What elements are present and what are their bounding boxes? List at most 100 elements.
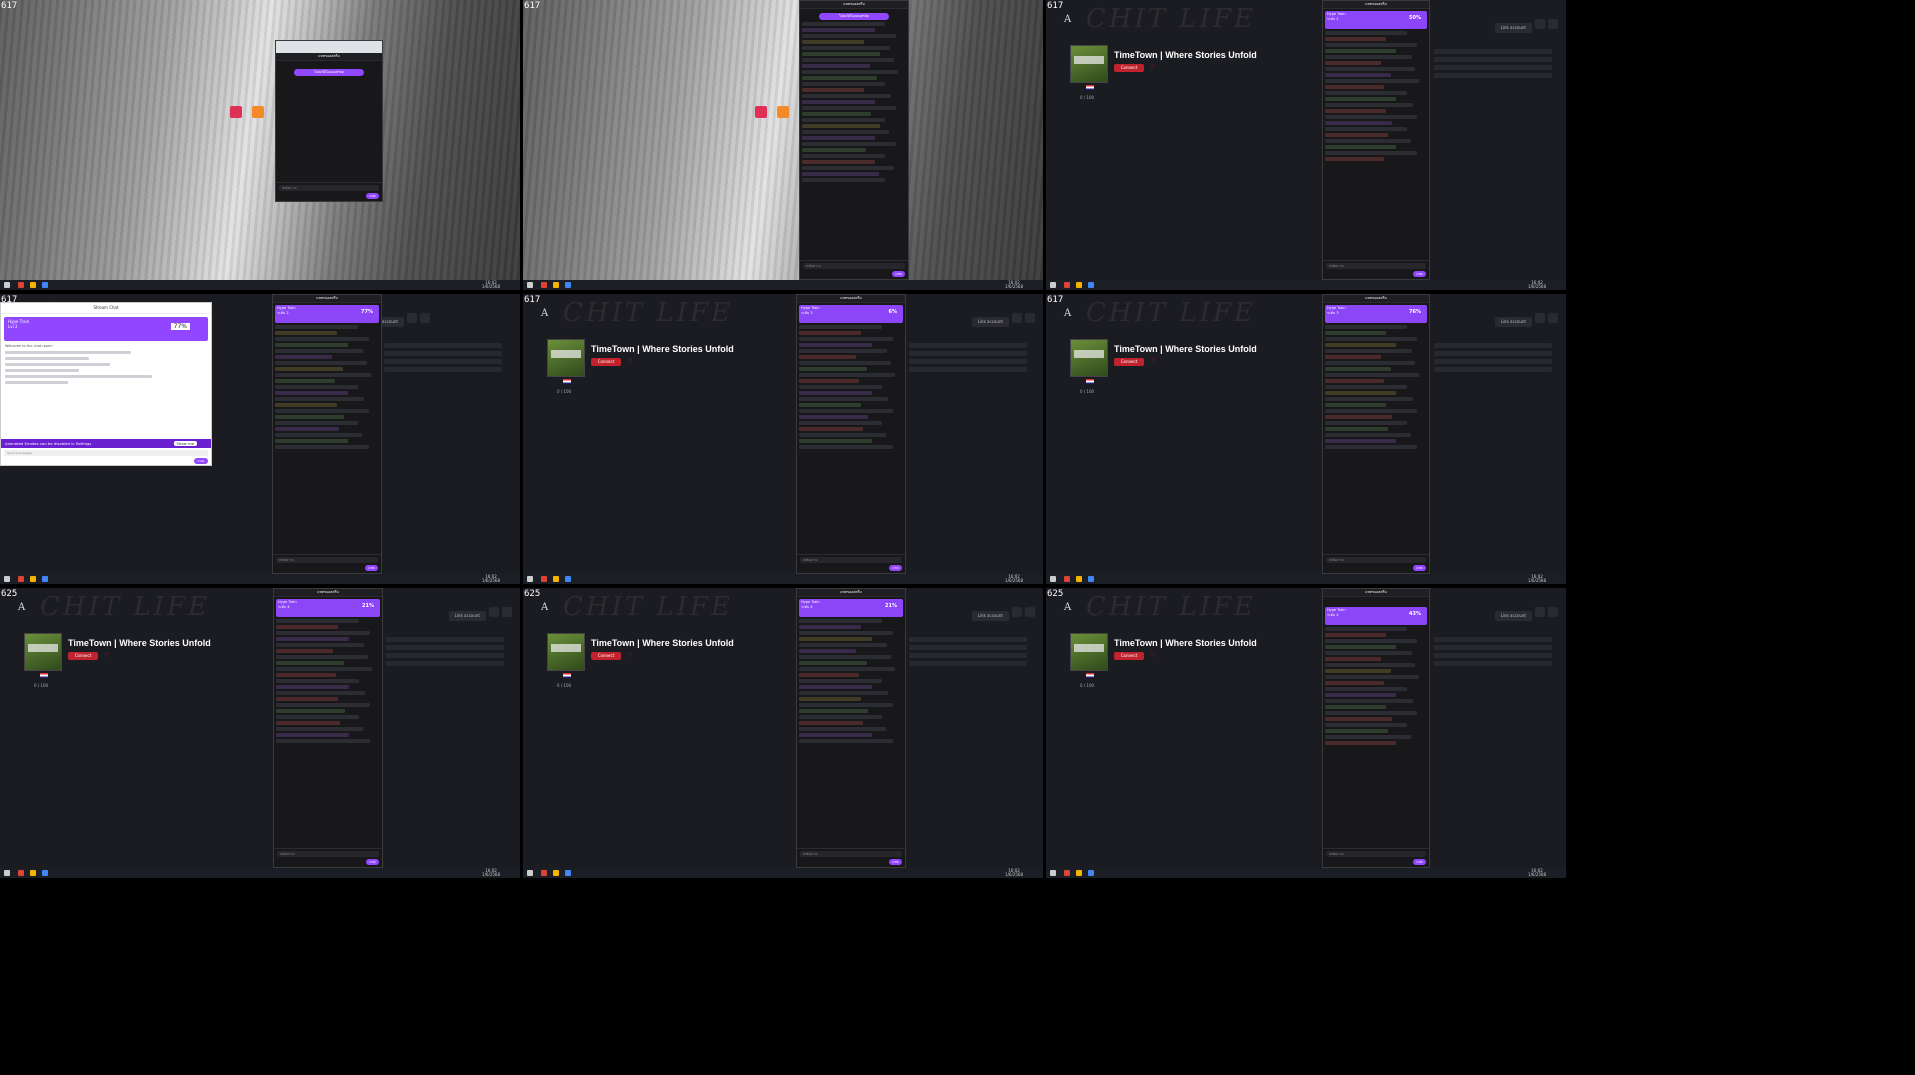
chat-input[interactable]: ส่งข้อความ [276,557,378,563]
start-icon[interactable] [4,576,10,582]
chat-send-button[interactable]: แชท [366,859,379,865]
tiktok-icon[interactable] [230,106,242,118]
connect-button[interactable]: Connect [1114,64,1144,72]
folder-icon[interactable] [553,282,559,288]
square-icon[interactable] [407,313,417,323]
chat-input[interactable]: ส่งข้อความ [800,557,902,563]
chrome-icon[interactable] [18,870,24,876]
chrome-icon[interactable] [1064,576,1070,582]
chat-send-button[interactable]: Chat [194,458,208,464]
heart-icon[interactable]: ♡ [627,358,632,365]
chat-send-button[interactable]: แชท [366,193,379,199]
gear-icon[interactable] [1548,607,1558,617]
chat-input[interactable]: ส่งข้อความ [800,851,902,857]
go-live-pill[interactable]: ไปต่อวิดีโอเผยแพร่สด [294,69,364,76]
frame-label: 625 [1,589,18,599]
chrome-icon[interactable] [18,576,24,582]
hype-percent: 21% [885,603,897,609]
chat-send-button[interactable]: แชท [889,565,902,571]
app-icon[interactable] [42,870,48,876]
tiktok-icon[interactable] [755,106,767,118]
chrome-icon[interactable] [1064,870,1070,876]
heart-icon[interactable]: ♡ [1150,64,1155,71]
flag-icon [1086,379,1094,384]
app-icon[interactable] [1088,870,1094,876]
gear-icon[interactable] [1548,19,1558,29]
chat-input[interactable]: Send a message [4,450,208,456]
chat-send-button[interactable]: แชท [889,859,902,865]
chat-input[interactable]: ส่งข้อความ [1326,557,1426,563]
gear-icon[interactable] [1548,313,1558,323]
square-icon[interactable] [1535,19,1545,29]
app-icon[interactable] [252,106,264,118]
folder-icon[interactable] [1076,282,1082,288]
stream-cover [1070,633,1108,671]
chat-input[interactable]: ส่งข้อความ [1326,851,1426,857]
start-icon[interactable] [4,282,10,288]
start-icon[interactable] [1050,576,1056,582]
start-icon[interactable] [527,282,533,288]
link-account-button[interactable]: Link account [1494,23,1532,33]
square-icon[interactable] [1535,313,1545,323]
start-icon[interactable] [1050,282,1056,288]
square-icon[interactable] [489,607,499,617]
start-icon[interactable] [527,576,533,582]
stream-cover [24,633,62,671]
app-icon[interactable] [42,576,48,582]
chrome-icon[interactable] [541,870,547,876]
connect-button[interactable]: Connect [1114,358,1144,366]
heart-icon[interactable]: ♡ [1150,358,1155,365]
square-icon[interactable] [1012,607,1022,617]
link-account-button[interactable]: Link account [1494,611,1532,621]
folder-icon[interactable] [1076,576,1082,582]
folder-icon[interactable] [30,282,36,288]
square-icon[interactable] [1012,313,1022,323]
folder-icon[interactable] [553,576,559,582]
connect-button[interactable]: Connect [591,652,621,660]
app-icon[interactable] [777,106,789,118]
start-icon[interactable] [527,870,533,876]
link-account-button[interactable]: Link account [1494,317,1532,327]
folder-icon[interactable] [30,870,36,876]
start-icon[interactable] [4,870,10,876]
chat-send-button[interactable]: แชท [1413,565,1426,571]
link-account-button[interactable]: Link account [448,611,486,621]
link-account-button[interactable]: Link account [971,611,1009,621]
gear-icon[interactable] [502,607,512,617]
chat-input[interactable]: ส่งข้อความ [1326,263,1426,269]
app-icon[interactable] [42,282,48,288]
heart-icon[interactable]: ♡ [104,652,109,659]
chrome-icon[interactable] [1064,282,1070,288]
app-icon[interactable] [1088,282,1094,288]
gear-icon[interactable] [1025,607,1035,617]
chrome-icon[interactable] [18,282,24,288]
chat-send-button[interactable]: แชท [1413,859,1426,865]
square-icon[interactable] [1535,607,1545,617]
folder-icon[interactable] [1076,870,1082,876]
folder-icon[interactable] [30,576,36,582]
heart-icon[interactable]: ♡ [1150,652,1155,659]
chat-input[interactable]: ส่งข้อความ [803,263,905,269]
heart-icon[interactable]: ♡ [627,652,632,659]
connect-button[interactable]: Connect [591,358,621,366]
go-live-pill[interactable]: ไปต่อวิดีโอเผยแพร่สด [819,13,889,20]
show-me-button[interactable]: Show me [173,441,197,446]
chat-send-button[interactable]: แชท [892,271,905,277]
gear-icon[interactable] [420,313,430,323]
app-icon[interactable] [565,576,571,582]
chat-input[interactable]: ส่งข้อความ [277,851,379,857]
app-icon[interactable] [565,282,571,288]
chat-input[interactable]: ส่งข้อความ [279,185,379,191]
folder-icon[interactable] [553,870,559,876]
chrome-icon[interactable] [541,282,547,288]
chrome-icon[interactable] [541,576,547,582]
chat-send-button[interactable]: แชท [365,565,378,571]
chat-send-button[interactable]: แชท [1413,271,1426,277]
connect-button[interactable]: Connect [68,652,98,660]
app-icon[interactable] [565,870,571,876]
app-icon[interactable] [1088,576,1094,582]
link-account-button[interactable]: Link account [971,317,1009,327]
start-icon[interactable] [1050,870,1056,876]
connect-button[interactable]: Connect [1114,652,1144,660]
gear-icon[interactable] [1025,313,1035,323]
